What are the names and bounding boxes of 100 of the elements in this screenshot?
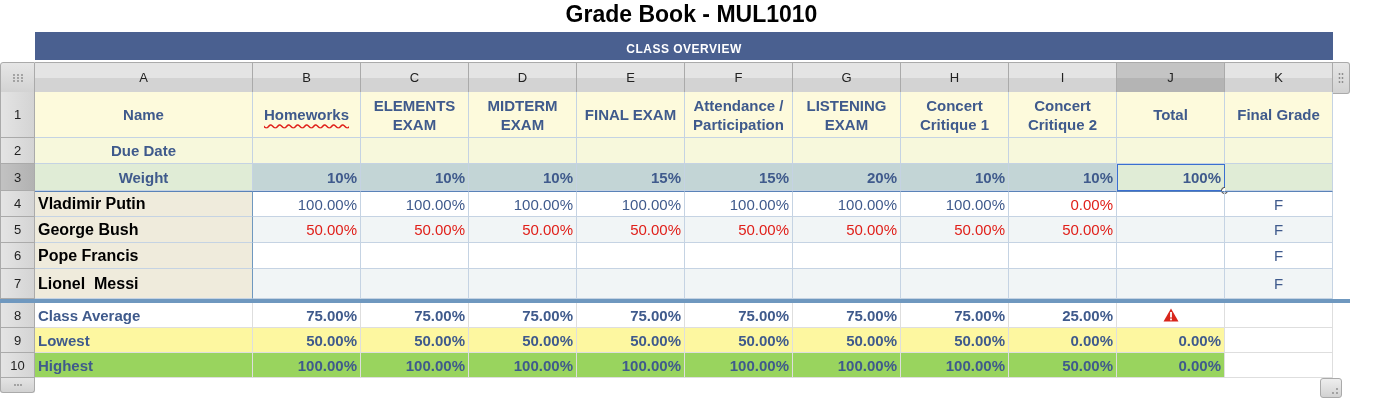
- table-cell: 15%: [685, 164, 793, 191]
- table-cell: 100.00%: [253, 191, 361, 217]
- grip-icon: [11, 73, 24, 83]
- row-header[interactable]: 2: [0, 138, 35, 164]
- column-header[interactable]: I: [1009, 62, 1117, 94]
- table-cell: 50.00%: [901, 217, 1009, 243]
- table-cell: 10%: [253, 164, 361, 191]
- table-cell: 10%: [361, 164, 469, 191]
- row-resize-handle[interactable]: [0, 378, 35, 393]
- table-cell: 100.00%: [685, 353, 793, 378]
- student-name: Lionel Messi: [35, 269, 253, 299]
- table-cell: F: [1225, 269, 1333, 299]
- table-cell: 100.00%: [361, 191, 469, 217]
- table-cell: 50.00%: [253, 328, 361, 353]
- table-cell: 100.00%: [577, 191, 685, 217]
- table-cell: 15%: [577, 164, 685, 191]
- column-header[interactable]: E: [577, 62, 685, 94]
- table-cell: 100.00%: [685, 191, 793, 217]
- table-cell: 50.00%: [685, 328, 793, 353]
- table-cell: 100.00%: [469, 191, 577, 217]
- table-cell: 100.00%: [469, 353, 577, 378]
- row-header[interactable]: 3: [0, 164, 35, 191]
- row-label: Weight: [35, 164, 253, 191]
- column-header[interactable]: A: [35, 62, 253, 94]
- table-cell: 0.00%: [1009, 191, 1117, 217]
- table-cell: 50.00%: [361, 328, 469, 353]
- table-cell: 75.00%: [253, 303, 361, 328]
- table-cell: 10%: [1009, 164, 1117, 191]
- column-header[interactable]: B: [253, 62, 361, 94]
- column-header[interactable]: J: [1117, 62, 1225, 94]
- table-cell: 50.00%: [577, 328, 685, 353]
- row-header[interactable]: 10: [0, 353, 35, 378]
- row-label: Lowest: [35, 328, 253, 353]
- column-title: Attendance / Participation: [685, 92, 793, 138]
- student-name: Pope Francis: [35, 243, 253, 269]
- row-header[interactable]: 4: [0, 191, 35, 217]
- table-cell: 75.00%: [577, 303, 685, 328]
- table-cell: 100.00%: [793, 191, 901, 217]
- column-header[interactable]: G: [793, 62, 901, 94]
- table-cell: 50.00%: [469, 328, 577, 353]
- row-header[interactable]: 6: [0, 243, 35, 269]
- column-resize-handle[interactable]: [1333, 62, 1350, 94]
- column-title: MIDTERM EXAM: [469, 92, 577, 138]
- table-cell: 50.00%: [577, 217, 685, 243]
- table-cell: 50.00%: [361, 217, 469, 243]
- table-cell: 50.00%: [793, 328, 901, 353]
- page-title: Grade Book - MUL1010: [564, 0, 819, 28]
- row-header[interactable]: 5: [0, 217, 35, 243]
- table-cell: F: [1225, 217, 1333, 243]
- table-cell: 50.00%: [1009, 353, 1117, 378]
- column-title: ELEMENTS EXAM: [361, 92, 469, 138]
- row-header[interactable]: 8: [0, 303, 35, 328]
- table-cell: 100.00%: [901, 353, 1009, 378]
- table-cell: 10%: [901, 164, 1009, 191]
- column-title: LISTENING EXAM: [793, 92, 901, 138]
- table-cell: 0.00%: [1117, 328, 1225, 353]
- table-cell: 50.00%: [1009, 217, 1117, 243]
- table-cell: 75.00%: [685, 303, 793, 328]
- table-cell: 50.00%: [253, 217, 361, 243]
- resize-handle[interactable]: [1320, 378, 1342, 398]
- row-label: Highest: [35, 353, 253, 378]
- column-title: Total: [1117, 92, 1225, 138]
- table-cell: 100.00%: [253, 353, 361, 378]
- row-header[interactable]: 1: [0, 92, 35, 138]
- row-header[interactable]: 9: [0, 328, 35, 353]
- column-header[interactable]: F: [685, 62, 793, 94]
- column-header[interactable]: K: [1225, 62, 1333, 94]
- row-header[interactable]: 7: [0, 269, 35, 299]
- column-title: Final Grade: [1225, 92, 1333, 138]
- column-header[interactable]: H: [901, 62, 1009, 94]
- student-name: Vladimir Putin: [35, 191, 253, 217]
- row-label: Due Date: [35, 138, 253, 164]
- table-cell: 0.00%: [1117, 353, 1225, 378]
- table-cell: 75.00%: [361, 303, 469, 328]
- table-corner-handle[interactable]: [0, 62, 35, 94]
- table-cell: 100.00%: [577, 353, 685, 378]
- table-banner: CLASS OVERVIEW: [35, 32, 1333, 60]
- table-cell: 75.00%: [469, 303, 577, 328]
- table-cell[interactable]: 100%: [1117, 164, 1225, 191]
- table-cell: 100.00%: [793, 353, 901, 378]
- row-label: Class Average: [35, 303, 253, 328]
- column-title: Concert Critique 2: [1009, 92, 1117, 138]
- grip-icon: [12, 383, 23, 387]
- table-cell: 50.00%: [901, 328, 1009, 353]
- column-header[interactable]: D: [469, 62, 577, 94]
- table-cell: 10%: [469, 164, 577, 191]
- table-cell: 100.00%: [901, 191, 1009, 217]
- table-cell: 75.00%: [901, 303, 1009, 328]
- table-cell: F: [1225, 191, 1333, 217]
- table-cell: 50.00%: [793, 217, 901, 243]
- column-title: Concert Critique 1: [901, 92, 1009, 138]
- column-header[interactable]: C: [361, 62, 469, 94]
- student-name: George Bush: [35, 217, 253, 243]
- table-cell: 100.00%: [361, 353, 469, 378]
- column-title: Name: [35, 92, 253, 138]
- table-cell: 75.00%: [793, 303, 901, 328]
- column-title: FINAL EXAM: [577, 92, 685, 138]
- grip-icon: [1331, 387, 1339, 395]
- table-cell: 20%: [793, 164, 901, 191]
- warning-icon[interactable]: [1162, 308, 1179, 322]
